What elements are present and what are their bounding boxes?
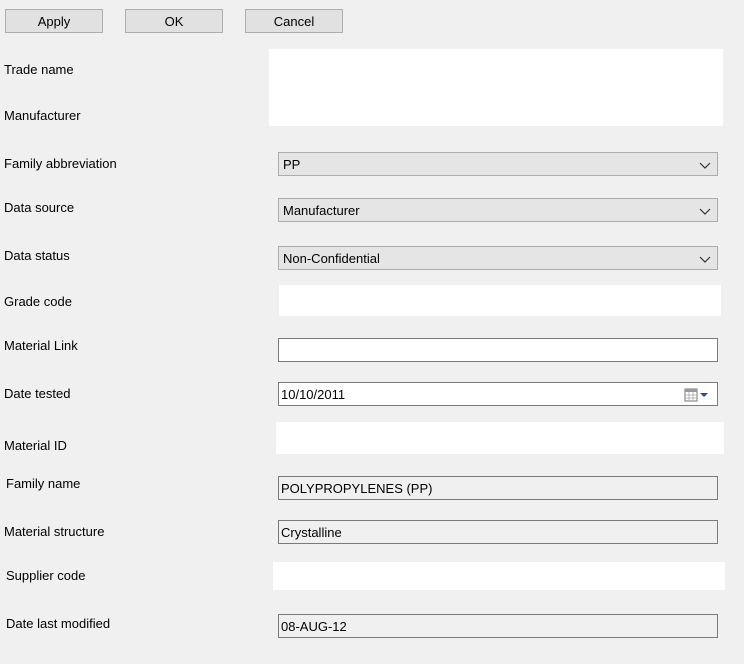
chevron-down-icon xyxy=(699,162,711,169)
date-last-modified-label: Date last modified xyxy=(6,616,111,631)
trade-name-manufacturer-panel[interactable] xyxy=(269,49,723,126)
material-id-label: Material ID xyxy=(4,438,67,453)
material-structure-label: Material structure xyxy=(4,524,105,539)
family-abbreviation-value: PP xyxy=(283,156,301,172)
family-name-value: POLYPROPYLENES (PP) xyxy=(281,480,433,496)
material-link-input[interactable] xyxy=(278,338,718,362)
family-name-label: Family name xyxy=(6,476,81,491)
manufacturer-label: Manufacturer xyxy=(4,108,81,123)
data-status-select[interactable]: Non-Confidential xyxy=(278,246,718,270)
grade-code-label: Grade code xyxy=(4,294,72,309)
chevron-down-icon xyxy=(699,256,711,263)
material-id-field[interactable] xyxy=(276,422,724,454)
data-source-select[interactable]: Manufacturer xyxy=(278,198,718,222)
family-name-field: POLYPROPYLENES (PP) xyxy=(278,476,718,500)
date-tested-picker[interactable]: 10/10/2011 xyxy=(278,382,718,406)
material-structure-field: Crystalline xyxy=(278,520,718,544)
data-status-value: Non-Confidential xyxy=(283,250,380,266)
date-last-modified-field: 08-AUG-12 xyxy=(278,614,718,638)
trade-name-label: Trade name xyxy=(4,62,74,77)
ok-button[interactable]: OK xyxy=(125,9,223,33)
material-structure-value: Crystalline xyxy=(281,524,342,540)
data-status-label: Data status xyxy=(4,248,70,263)
data-source-label: Data source xyxy=(4,200,75,215)
family-abbreviation-label: Family abbreviation xyxy=(4,156,117,171)
date-last-modified-value: 08-AUG-12 xyxy=(281,618,347,634)
calendar-icon[interactable] xyxy=(683,387,713,403)
supplier-code-field[interactable] xyxy=(273,562,725,590)
cancel-button[interactable]: Cancel xyxy=(245,9,343,33)
date-tested-value: 10/10/2011 xyxy=(281,386,346,402)
apply-button[interactable]: Apply xyxy=(5,9,103,33)
data-source-value: Manufacturer xyxy=(283,202,360,218)
supplier-code-label: Supplier code xyxy=(6,568,86,583)
date-tested-label: Date tested xyxy=(4,386,71,401)
family-abbreviation-select[interactable]: PP xyxy=(278,152,718,176)
material-link-label: Material Link xyxy=(4,338,78,353)
grade-code-field[interactable] xyxy=(279,285,721,316)
chevron-down-icon xyxy=(699,208,711,215)
